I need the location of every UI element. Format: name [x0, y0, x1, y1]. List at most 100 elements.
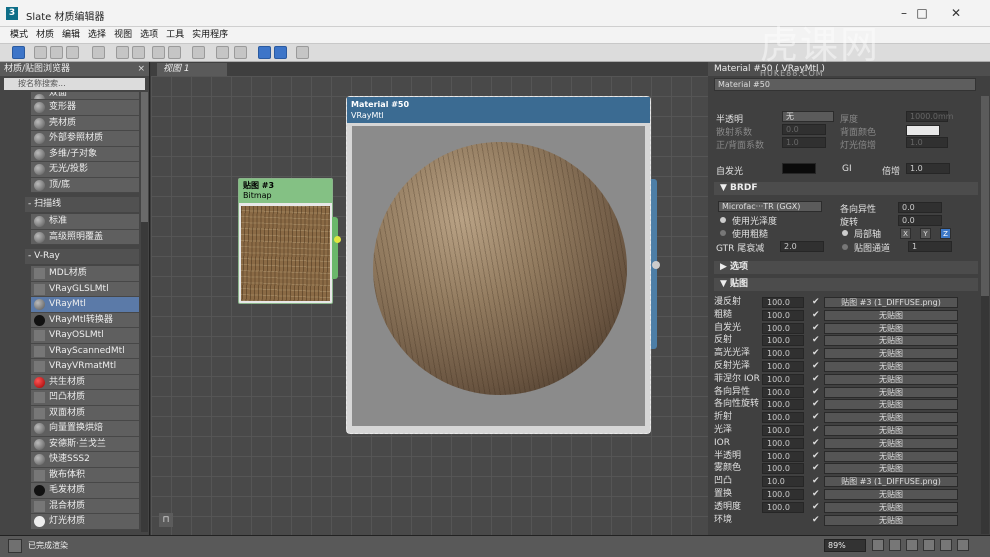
list-item[interactable]: VRayVRmatMtl	[31, 359, 139, 375]
list-item[interactable]: 双面材质	[31, 405, 139, 421]
map-enable-checkbox[interactable]: ✔	[812, 424, 820, 436]
map-enable-checkbox[interactable]: ✔	[812, 488, 820, 500]
zoom-extents-icon[interactable]	[923, 539, 935, 551]
select-by-material-icon[interactable]	[296, 46, 309, 59]
light-mult-field[interactable]: 1.0	[906, 137, 948, 148]
map-amount-field[interactable]: 100.0	[762, 450, 804, 462]
close-button[interactable]: ✕	[948, 6, 964, 20]
list-item[interactable]: 顶/底	[31, 177, 139, 193]
map-amount-field[interactable]: 100.0	[762, 386, 804, 398]
map-enable-checkbox[interactable]: ✔	[812, 462, 820, 474]
select-tool-icon[interactable]	[12, 46, 25, 59]
scrollbar-thumb[interactable]	[141, 92, 148, 222]
pan-icon[interactable]	[872, 539, 884, 551]
layout-all-icon[interactable]	[216, 46, 229, 59]
axis-z-button[interactable]: Z	[940, 228, 951, 239]
zoom-level[interactable]: 89%	[824, 539, 866, 552]
section-brdf[interactable]: ▼ BRDF	[714, 182, 978, 195]
map-amount-field[interactable]: 100.0	[762, 309, 804, 321]
map-slot-button[interactable]: 无贴图	[824, 450, 958, 462]
browser-scrollbar[interactable]	[141, 92, 148, 532]
delete-icon[interactable]	[92, 46, 105, 59]
pan-hand-icon[interactable]: ⊓	[159, 513, 173, 527]
material-node-header[interactable]: Material #50 VRayMtl	[347, 97, 650, 123]
glossiness-radio[interactable]	[720, 217, 726, 223]
search-input[interactable]: 按名称搜索...	[4, 78, 145, 90]
material-output-socket[interactable]	[652, 261, 660, 269]
menu-select[interactable]: 选择	[84, 27, 110, 44]
tab-view-1[interactable]: 视图 1	[157, 63, 227, 76]
map-slot-button[interactable]: 无贴图	[824, 425, 958, 436]
bitmap-output-port[interactable]	[332, 217, 338, 279]
roughness-radio[interactable]	[720, 230, 726, 236]
props-scrollbar[interactable]	[981, 96, 989, 534]
map-slot-button[interactable]: 无贴图	[824, 437, 958, 449]
map-enable-checkbox[interactable]: ✔	[812, 360, 820, 372]
axis-x-button[interactable]: X	[900, 228, 911, 239]
map-enable-checkbox[interactable]: ✔	[812, 411, 820, 423]
local-axis-radio[interactable]	[842, 230, 848, 236]
list-item[interactable]: 高级照明覆盖	[31, 229, 139, 245]
menu-material[interactable]: 材质	[32, 27, 58, 44]
list-item[interactable]: 灯光材质	[31, 514, 139, 530]
map-slot-button[interactable]: 无贴图	[824, 309, 958, 321]
list-item[interactable]: VRayGLSLMtl	[31, 281, 139, 297]
back-color-swatch[interactable]	[906, 125, 940, 136]
map-amount-field[interactable]: 100.0	[762, 297, 804, 308]
fwd-back-field[interactable]: 1.0	[782, 137, 826, 148]
material-browser-icon[interactable]	[258, 46, 271, 59]
map-channel-radio[interactable]	[842, 244, 848, 250]
map-enable-checkbox[interactable]: ✔	[812, 398, 820, 410]
gtr-field[interactable]: 2.0	[780, 241, 824, 252]
list-item[interactable]: 无光/投影	[31, 162, 139, 178]
material-name-field[interactable]: Material #50	[714, 78, 976, 91]
mult-field[interactable]: 1.0	[906, 163, 950, 174]
material-node[interactable]: Material #50 VRayMtl	[346, 96, 660, 434]
map-slot-button[interactable]: 无贴图	[824, 335, 958, 347]
list-item[interactable]: VRayOSLMtl	[31, 328, 139, 344]
map-amount-field[interactable]: 10.0	[762, 476, 804, 488]
map-enable-checkbox[interactable]: ✔	[812, 514, 820, 526]
bitmap-node[interactable]: 贴图 #3 Bitmap	[238, 178, 341, 304]
list-item[interactable]: MDL材质	[31, 266, 139, 282]
section-options[interactable]: ▶ 选项	[714, 261, 978, 274]
menu-tools[interactable]: 工具	[162, 27, 188, 44]
map-amount-field[interactable]: 100.0	[762, 373, 804, 385]
map-enable-checkbox[interactable]: ✔	[812, 322, 820, 334]
map-amount-field[interactable]: 100.0	[762, 335, 804, 347]
map-slot-button[interactable]: 无贴图	[824, 463, 958, 475]
brdf-type-dropdown[interactable]: Microfac···TR (GGX)	[718, 201, 822, 212]
list-item[interactable]: 向量置换烘焙	[31, 421, 139, 437]
parameter-editor-icon[interactable]	[274, 46, 287, 59]
map-amount-field[interactable]: 100.0	[762, 322, 804, 334]
list-item[interactable]: 毛发材质	[31, 483, 139, 499]
section-maps[interactable]: ▼ 贴图	[714, 278, 978, 291]
map-slot-button[interactable]: 无贴图	[824, 322, 958, 334]
list-item[interactable]: VRayScannedMtl	[31, 343, 139, 359]
axis-y-button[interactable]: Y	[920, 228, 931, 239]
map-slot-button[interactable]: 贴图 #3 (1_DIFFUSE.png)	[824, 297, 958, 308]
gi-checkbox[interactable]: GI	[842, 164, 852, 174]
list-item[interactable]: 外部参照材质	[31, 131, 139, 147]
map-enable-checkbox[interactable]: ✔	[812, 501, 820, 513]
maximize-button[interactable]: □	[914, 6, 930, 20]
list-item[interactable]: 凹凸材质	[31, 390, 139, 406]
list-item[interactable]: 混合材质	[31, 498, 139, 514]
map-slot-button[interactable]: 无贴图	[824, 489, 958, 500]
zoom-icon[interactable]	[889, 539, 901, 551]
menu-edit[interactable]: 编辑	[58, 27, 84, 44]
map-slot-button[interactable]: 无贴图	[824, 412, 958, 424]
map-amount-field[interactable]: 100.0	[762, 437, 804, 449]
list-item[interactable]: 多维/子对象	[31, 146, 139, 162]
anisotropy-field[interactable]: 0.0	[898, 202, 942, 213]
list-item[interactable]: 变形器	[31, 100, 139, 116]
rotation-field[interactable]: 0.0	[898, 215, 942, 226]
map-slot-button[interactable]: 无贴图	[824, 373, 958, 385]
map-amount-field[interactable]: 100.0	[762, 399, 804, 411]
map-amount-field[interactable]: 100.0	[762, 501, 804, 513]
map-amount-field[interactable]: 100.0	[762, 361, 804, 372]
map-amount-field[interactable]: 100.0	[762, 463, 804, 475]
menu-utilities[interactable]: 实用程序	[188, 27, 232, 44]
translucency-dropdown[interactable]: 无	[782, 111, 834, 122]
list-item[interactable]: 标准	[31, 214, 139, 230]
